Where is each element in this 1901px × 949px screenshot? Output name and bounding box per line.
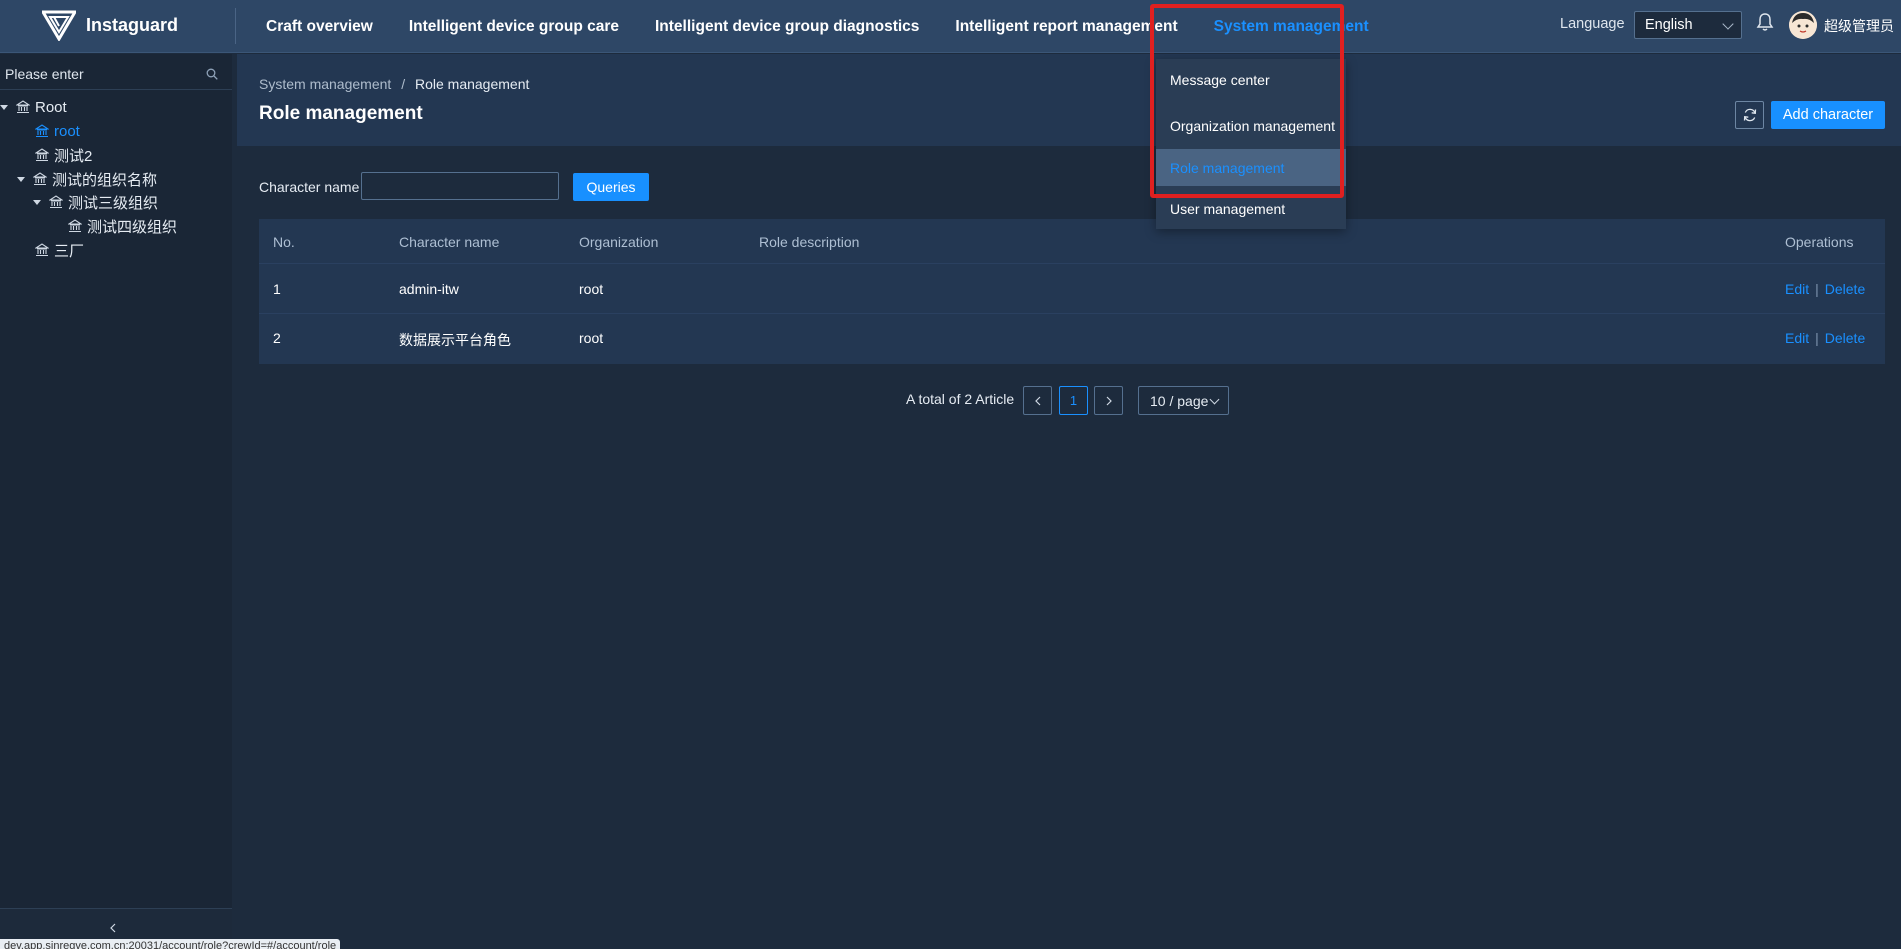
- cell-organization: root: [579, 281, 604, 297]
- sidebar-search[interactable]: Please enter: [0, 58, 232, 90]
- chevron-down-icon: [1722, 18, 1734, 30]
- table-row: 1 admin-itw root Edit | Delete: [259, 265, 1885, 314]
- tree-node-root-top[interactable]: Root: [0, 94, 67, 120]
- system-management-dropdown: Message center Organization management R…: [1156, 59, 1346, 229]
- cell-organization: root: [579, 330, 604, 346]
- character-name-input[interactable]: [361, 172, 559, 200]
- tree-node-level4[interactable]: 测试四级组织: [68, 213, 177, 239]
- top-nav-bar: Instaguard Craft overview Intelligent de…: [0, 0, 1901, 53]
- nav-report-management[interactable]: Intelligent report management: [955, 18, 1177, 36]
- edit-link[interactable]: Edit: [1785, 281, 1809, 297]
- edit-link[interactable]: Edit: [1785, 330, 1809, 346]
- caret-down-icon[interactable]: [33, 199, 41, 205]
- building-icon: [33, 172, 47, 186]
- refresh-button[interactable]: [1735, 101, 1764, 129]
- cell-character-name: admin-itw: [399, 281, 459, 297]
- pagination-total: A total of 2 Article: [906, 391, 1015, 407]
- operations-divider: |: [1815, 330, 1819, 346]
- menu-item-role-management[interactable]: Role management: [1156, 149, 1346, 186]
- query-button[interactable]: Queries: [573, 173, 649, 201]
- building-icon: [35, 243, 49, 257]
- character-name-label: Character name: [259, 179, 360, 195]
- sidebar: Please enter Root root 测试2 测试的组织名称 测试三级组…: [0, 54, 232, 949]
- breadcrumb-current: Role management: [414, 76, 530, 92]
- refresh-icon: [1743, 108, 1756, 122]
- nav-device-group-care[interactable]: Intelligent device group care: [409, 18, 619, 36]
- roles-table: No. Character name Organization Role des…: [259, 219, 1885, 364]
- nav-device-group-diagnostics[interactable]: Intelligent device group diagnostics: [655, 18, 919, 36]
- menu-item-message-center[interactable]: Message center: [1156, 61, 1346, 98]
- tree-node-root[interactable]: root: [35, 118, 80, 144]
- language-select[interactable]: English: [1634, 11, 1742, 39]
- menu-item-organization-management[interactable]: Organization management: [1156, 107, 1346, 144]
- delete-link[interactable]: Delete: [1825, 281, 1865, 297]
- tree-node-factory3[interactable]: 三厂: [35, 237, 84, 263]
- cell-no: 1: [273, 281, 281, 297]
- chevron-right-icon: [1106, 396, 1112, 405]
- breadcrumb-parent[interactable]: System management: [259, 76, 391, 92]
- bell-icon[interactable]: [1756, 12, 1774, 32]
- building-icon: [35, 148, 49, 162]
- tree-label: 测试四级组织: [87, 218, 178, 236]
- column-header-role-description: Role description: [759, 234, 860, 250]
- prev-page-button[interactable]: [1023, 386, 1052, 415]
- tree-label: 三厂: [54, 242, 85, 260]
- nav-craft-overview[interactable]: Craft overview: [266, 18, 373, 36]
- row-operations: Edit | Delete: [1785, 281, 1865, 297]
- column-header-no: No.: [273, 234, 295, 250]
- building-icon: [49, 195, 63, 209]
- table-row: 2 数据展示平台角色 root Edit | Delete: [259, 314, 1885, 363]
- status-url-tooltip: dev.app.sinregve.com.cn:20031/account/ro…: [0, 939, 341, 949]
- cell-character-name: 数据展示平台角色: [399, 332, 511, 348]
- menu-item-user-management[interactable]: User management: [1156, 190, 1346, 227]
- add-character-button[interactable]: Add character: [1771, 101, 1885, 129]
- avatar-face-icon: [1789, 11, 1817, 39]
- tree-node-level3[interactable]: 测试三级组织: [33, 189, 158, 215]
- tree-label: 测试2: [54, 147, 93, 165]
- chevron-down-icon: [1209, 394, 1220, 405]
- page-size-select[interactable]: 10 / page: [1138, 386, 1229, 415]
- app-name: Instaguard: [86, 15, 179, 35]
- avatar[interactable]: [1789, 11, 1817, 39]
- delete-link[interactable]: Delete: [1825, 330, 1865, 346]
- cell-no: 2: [273, 330, 281, 346]
- page-number-button[interactable]: 1: [1059, 386, 1088, 415]
- caret-down-icon[interactable]: [0, 104, 8, 110]
- building-icon: [68, 219, 82, 233]
- chevron-left-icon[interactable]: [108, 923, 118, 933]
- table-header: No. Character name Organization Role des…: [259, 219, 1885, 264]
- chevron-left-icon: [1034, 396, 1040, 405]
- building-icon: [16, 100, 30, 114]
- breadcrumb-separator: /: [401, 76, 406, 92]
- main-nav: Craft overview Intelligent device group …: [266, 0, 1405, 53]
- column-header-character-name: Character name: [399, 234, 500, 250]
- language-label: Language: [1560, 16, 1625, 32]
- operations-divider: |: [1815, 281, 1819, 297]
- tree-label: 测试的组织名称: [52, 171, 158, 189]
- language-value: English: [1645, 17, 1693, 33]
- column-header-operations: Operations: [1785, 234, 1854, 250]
- nav-system-management[interactable]: System management: [1214, 18, 1369, 36]
- tree-node-test2[interactable]: 测试2: [35, 142, 92, 168]
- next-page-button[interactable]: [1094, 386, 1123, 415]
- username[interactable]: 超级管理员: [1824, 16, 1894, 36]
- building-icon: [35, 124, 49, 138]
- search-icon[interactable]: [206, 68, 218, 80]
- page-header: System management / Role management Role…: [237, 54, 1901, 146]
- sidebar-search-placeholder: Please enter: [5, 65, 84, 82]
- logo[interactable]: Instaguard: [42, 10, 178, 41]
- tree-label: Root: [35, 98, 67, 116]
- instaguard-logo-icon: [42, 10, 76, 41]
- caret-down-icon[interactable]: [17, 176, 25, 182]
- logo-divider: [235, 8, 236, 44]
- tree-label: 测试三级组织: [68, 194, 159, 212]
- tree-label: root: [54, 122, 80, 140]
- column-header-organization: Organization: [579, 234, 659, 250]
- page-size-value: 10 / page: [1150, 392, 1209, 409]
- row-operations: Edit | Delete: [1785, 330, 1865, 346]
- breadcrumb: System management / Role management: [259, 76, 529, 92]
- page-title: Role management: [259, 103, 423, 124]
